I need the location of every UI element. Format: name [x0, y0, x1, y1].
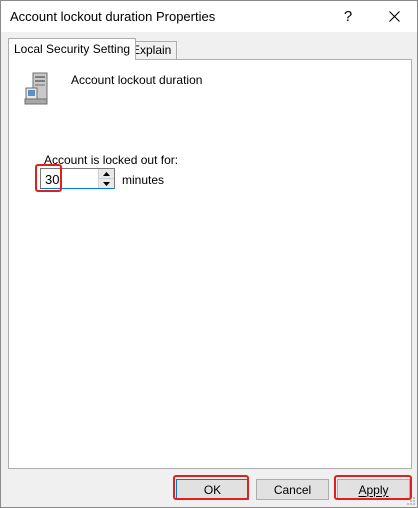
close-icon — [388, 11, 400, 22]
resize-grip-icon[interactable] — [405, 495, 415, 505]
apply-button[interactable]: Apply — [337, 479, 410, 500]
spin-down-button[interactable] — [99, 179, 114, 188]
cancel-button[interactable]: Cancel — [256, 479, 329, 500]
spin-up-button[interactable] — [99, 169, 114, 179]
spin-buttons — [98, 169, 114, 188]
properties-dialog: Account lockout duration Properties ? Lo… — [0, 0, 418, 508]
arrow-up-icon — [103, 171, 110, 176]
tab-panel: Account lockout duration Account is lock… — [8, 59, 412, 469]
help-icon: ? — [343, 8, 353, 25]
ok-button[interactable]: OK — [176, 479, 249, 500]
arrow-down-icon — [103, 181, 110, 186]
unit-label: minutes — [122, 173, 165, 187]
lockout-duration-label: Account is locked out for: — [44, 153, 179, 167]
close-button[interactable] — [371, 1, 417, 32]
tab-local-security-setting[interactable]: Local Security Setting — [8, 38, 137, 60]
lockout-duration-input[interactable]: 30 — [45, 172, 59, 187]
apply-label: Apply — [358, 482, 389, 497]
window-title: Account lockout duration Properties — [10, 9, 216, 24]
help-button[interactable]: ? — [325, 1, 371, 32]
policy-name: Account lockout duration — [71, 73, 203, 87]
title-bar: Account lockout duration Properties ? — [1, 1, 417, 32]
server-computer-icon — [24, 72, 48, 105]
lockout-duration-spinbox[interactable]: 30 — [40, 168, 115, 189]
